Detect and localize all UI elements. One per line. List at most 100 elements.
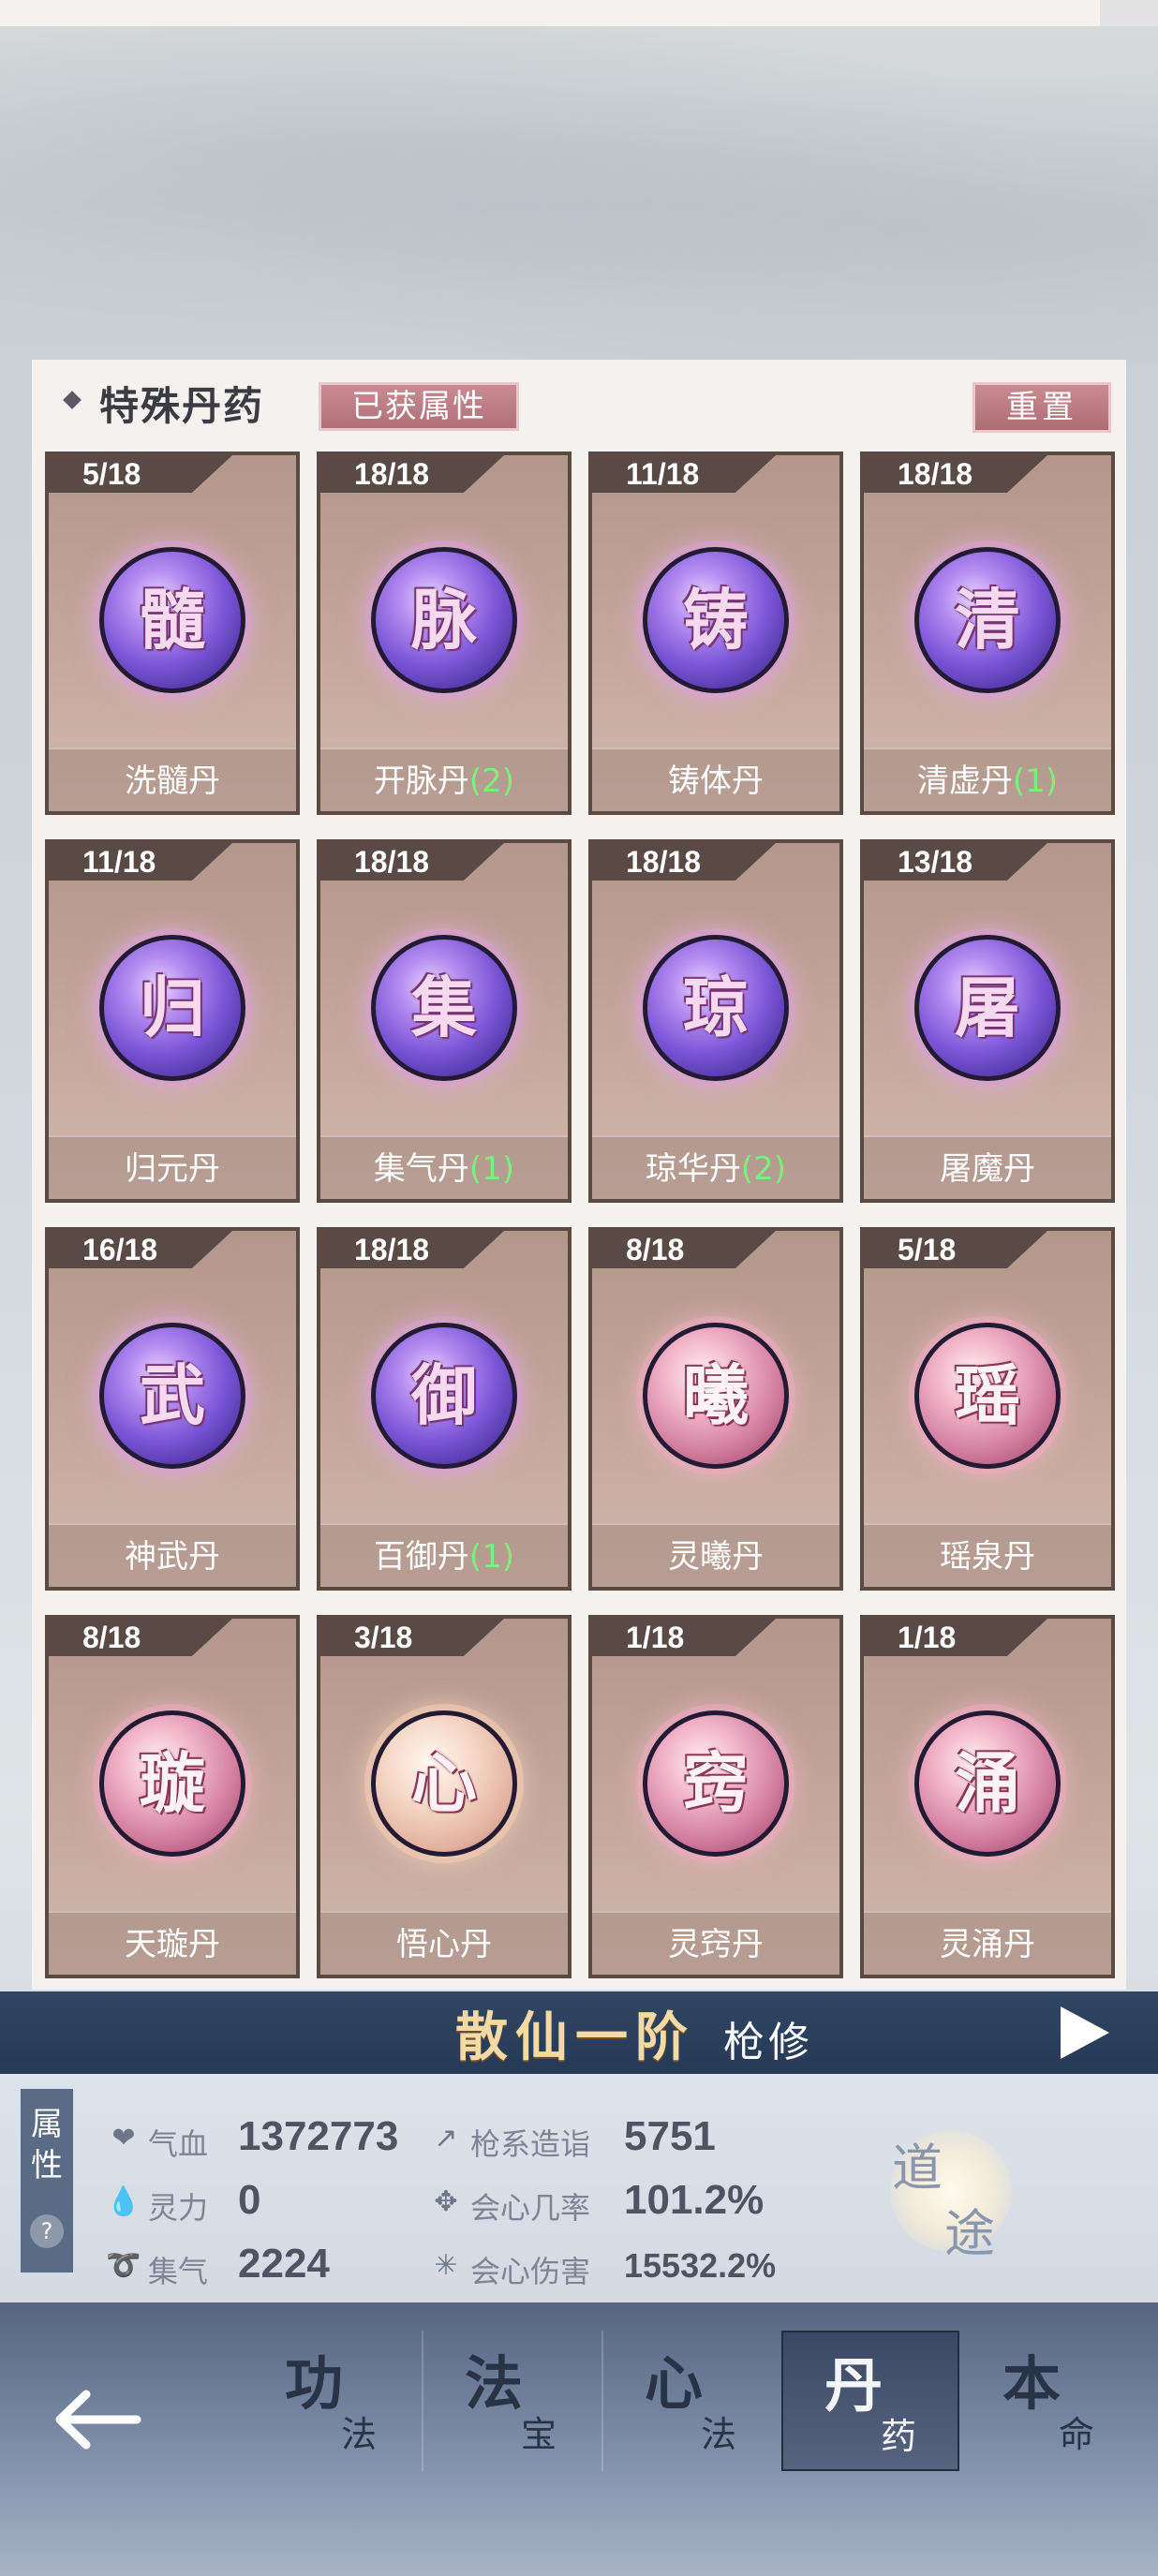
swirl-icon: ➰ (106, 2249, 141, 2282)
stat-qi: ➰ 集气 2224 (105, 2239, 414, 2291)
nav-tab-main: 丹 (824, 2351, 883, 2420)
pill-count: 1/18 (864, 1619, 1047, 1656)
crit-rate-icon: ✥ (434, 2185, 458, 2218)
pill-orb-char: 璇 (140, 1744, 205, 1822)
pill-orb-char: 武 (140, 1356, 205, 1434)
panel-header: 特殊丹药 已获属性 重置 (32, 360, 1126, 437)
pill-orb-char: 髓 (140, 581, 205, 659)
stat-label: 集气 (148, 2254, 209, 2289)
pill-card[interactable]: 18/18 脉开脉丹(2) (317, 452, 572, 815)
pill-count: 18/18 (320, 1231, 504, 1268)
pill-level-suffix: (2) (740, 1150, 787, 1188)
pill-card[interactable]: 11/18 归归元丹 (45, 839, 300, 1203)
pill-name-text: 铸体丹 (668, 762, 764, 800)
pill-card[interactable]: 11/18 铸铸体丹 (588, 452, 843, 815)
nav-tab-main: 心 (645, 2349, 704, 2418)
nav-tab[interactable]: 丹药 (781, 2331, 959, 2471)
pill-orb-char: 心 (411, 1744, 477, 1822)
pill-count: 5/18 (49, 455, 232, 493)
stat-spear-mastery: ↗ 枪系造诣 5751 (427, 2111, 821, 2164)
spirit-icon: 💧 (106, 2185, 141, 2218)
pill-card[interactable]: 1/18 窍灵窍丹 (588, 1615, 843, 1978)
pill-orb-char: 瑶 (955, 1356, 1020, 1434)
pill-card[interactable]: 3/18 心悟心丹 (317, 1615, 572, 1978)
nav-tab-sub: 药 (881, 2416, 917, 2457)
pill-orb-char: 清 (955, 581, 1020, 659)
pill-orb-char: 窍 (683, 1744, 749, 1822)
pill-card[interactable]: 8/18 曦灵曦丹 (588, 1227, 843, 1591)
pill-name: 瑶泉丹 (864, 1523, 1111, 1587)
pill-count: 11/18 (49, 843, 232, 881)
pill-card[interactable]: 18/18 琼琼华丹(2) (588, 839, 843, 1203)
nav-tab-sub: 法 (341, 2414, 378, 2455)
pill-card[interactable]: 1/18 涌灵涌丹 (860, 1615, 1115, 1978)
pill-card[interactable]: 8/18 璇天璇丹 (45, 1615, 300, 1978)
help-icon[interactable]: ? (30, 2214, 64, 2248)
pill-count: 16/18 (49, 1231, 232, 1268)
pill-name-text: 灵涌丹 (940, 1926, 1035, 1963)
nav-tab[interactable]: 功法 (244, 2331, 422, 2471)
pill-level-suffix: (2) (468, 762, 515, 800)
pill-orb-icon: 归 (99, 935, 245, 1081)
stat-value: 5751 (624, 2113, 716, 2159)
pill-name-text: 归元丹 (125, 1150, 220, 1188)
nav-tab-sub: 宝 (521, 2414, 557, 2455)
pill-count: 8/18 (49, 1619, 232, 1656)
pill-name: 灵窍丹 (592, 1911, 839, 1975)
bottom-nav: 功法法宝心法丹药本命 (0, 2302, 1158, 2576)
pill-card[interactable]: 18/18 集集气丹(1) (317, 839, 572, 1203)
pill-name: 归元丹 (49, 1135, 296, 1199)
pill-orb-icon: 髓 (99, 547, 245, 693)
pill-orb-icon: 武 (99, 1323, 245, 1469)
pill-count: 8/18 (592, 1231, 776, 1268)
obtained-attributes-button[interactable]: 已获属性 (319, 382, 519, 431)
stat-mana: 💧 灵力 0 (105, 2175, 414, 2228)
nav-tab[interactable]: 法宝 (423, 2331, 601, 2471)
pill-card[interactable]: 5/18 瑶瑶泉丹 (860, 1227, 1115, 1591)
pill-orb-icon: 瑶 (914, 1323, 1061, 1469)
pill-name-text: 开脉丹 (373, 762, 469, 800)
stat-value: 15532.2% (624, 2246, 777, 2285)
pill-card[interactable]: 5/18 髓洗髓丹 (45, 452, 300, 815)
realm-weapon: 枪修 (723, 2019, 813, 2066)
pill-name: 灵涌丹 (864, 1911, 1111, 1975)
pill-orb-char: 御 (411, 1356, 477, 1434)
nav-tab-sub: 命 (1059, 2414, 1095, 2455)
pill-name-text: 百御丹 (373, 1538, 469, 1576)
stat-crit-rate: ✥ 会心几率 101.2% (427, 2175, 821, 2228)
pill-name-text: 灵窍丹 (668, 1926, 764, 1963)
nav-tab-main: 功 (285, 2349, 344, 2418)
pill-orb-icon: 窍 (643, 1710, 789, 1857)
pill-orb-icon: 曦 (643, 1323, 789, 1469)
pill-name: 开脉丹(2) (320, 748, 568, 811)
pill-count: 18/18 (592, 843, 776, 881)
pill-count: 11/18 (592, 455, 776, 493)
pill-orb-char: 脉 (411, 581, 477, 659)
pill-orb-icon: 御 (371, 1323, 517, 1469)
pill-name-text: 天璇丹 (125, 1926, 220, 1963)
pill-name: 琼华丹(2) (592, 1135, 839, 1199)
stats-panel: 属性 ? ❤ 气血 1372773 💧 灵力 0 ➰ 集气 2224 ↗ 枪系造… (0, 2074, 1158, 2302)
pill-orb-char: 归 (140, 969, 205, 1046)
diamond-icon (63, 391, 82, 409)
pill-orb-icon: 心 (371, 1710, 517, 1857)
reset-button[interactable]: 重置 (972, 382, 1111, 433)
nav-tab-sub: 法 (701, 2414, 737, 2455)
nav-tab[interactable]: 心法 (603, 2331, 781, 2471)
next-arrow-icon[interactable] (1061, 2006, 1109, 2059)
pill-name-text: 清虚丹 (916, 762, 1013, 800)
back-arrow-icon[interactable] (52, 2387, 142, 2452)
pill-card[interactable]: 16/18 武神武丹 (45, 1227, 300, 1591)
pill-card[interactable]: 18/18 清清虚丹(1) (860, 452, 1115, 815)
pill-card[interactable]: 13/18 屠屠魔丹 (860, 839, 1115, 1203)
dao-path-button[interactable]: 道 途 (881, 2111, 1021, 2271)
pill-name: 灵曦丹 (592, 1523, 839, 1587)
pill-level-suffix: (1) (468, 1538, 515, 1576)
pill-orb-char: 屠 (955, 969, 1020, 1046)
crit-dmg-icon: ✳ (434, 2249, 458, 2282)
stat-label: 会心伤害 (470, 2254, 591, 2289)
pill-card[interactable]: 18/18 御百御丹(1) (317, 1227, 572, 1591)
pill-orb-char: 铸 (683, 581, 749, 659)
nav-tab[interactable]: 本命 (961, 2331, 1149, 2471)
pill-name: 天璇丹 (49, 1911, 296, 1975)
